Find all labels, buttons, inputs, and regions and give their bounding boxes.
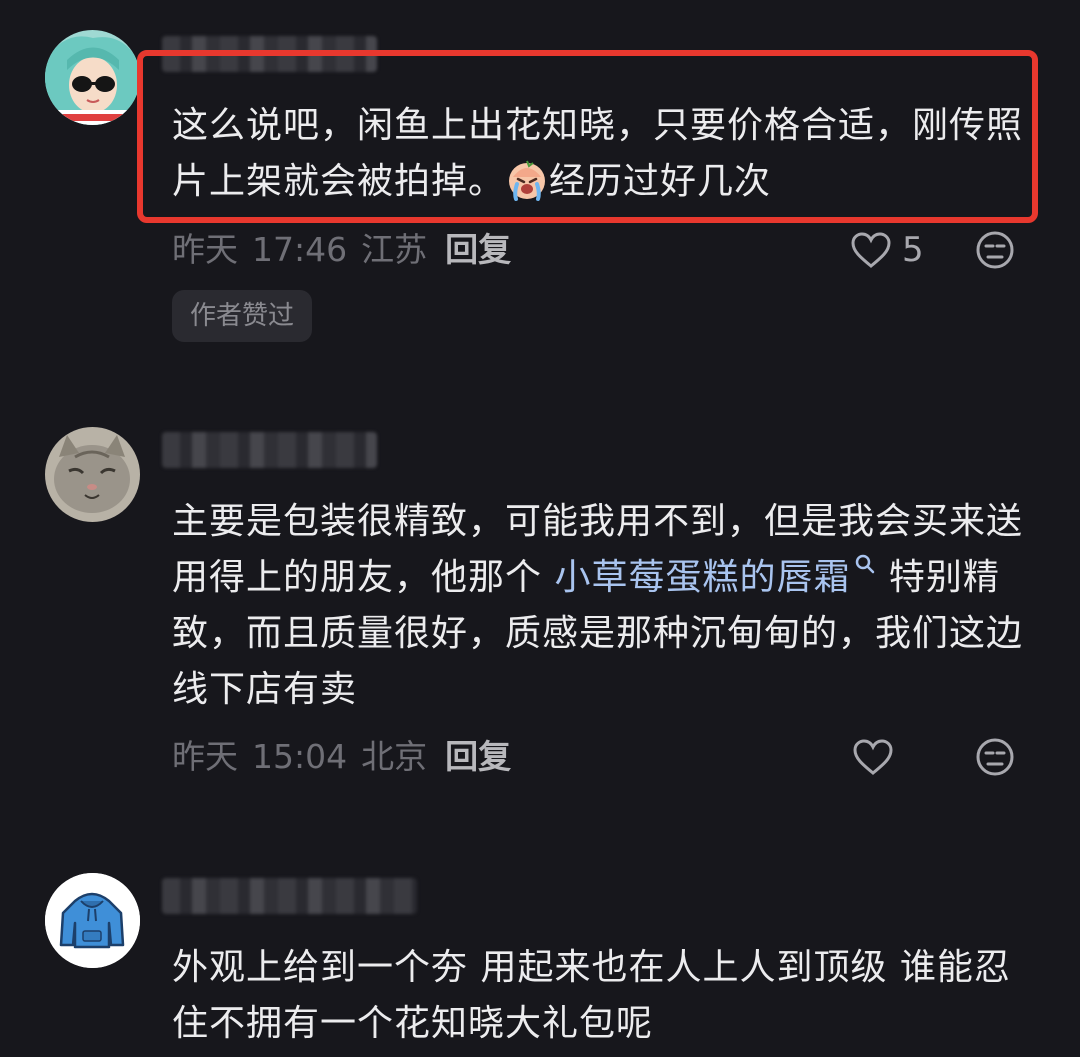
meh-face-icon <box>976 738 1014 776</box>
search-link[interactable]: 小草莓蛋糕的唇霜 <box>554 554 876 598</box>
comment-text: 主要是包装很精致，可能我用不到，但是我会买来送用得上的朋友，他那个 小草莓蛋糕的… <box>172 501 1024 710</box>
avatar[interactable] <box>45 427 140 522</box>
comment-text: 外观上给到一个夯 用起来也在人上人到顶级 谁能忍住不拥有一个花知晓大礼包呢 <box>172 947 1011 1044</box>
avatar[interactable] <box>45 30 140 125</box>
comment-meta: 昨天 17:46 江苏 回复 <box>172 228 511 272</box>
comment-meta: 昨天 15:04 北京 回复 <box>172 735 511 779</box>
comment-time: 17:46 <box>252 230 348 269</box>
reply-button[interactable]: 回复 <box>445 737 511 776</box>
heart-icon <box>853 739 893 775</box>
author-liked-badge: 作者赞过 <box>172 290 313 342</box>
reply-button[interactable]: 回复 <box>445 230 511 269</box>
comment-location: 江苏 <box>361 230 428 269</box>
comment-date: 昨天 <box>172 230 238 269</box>
dislike-button[interactable] <box>975 230 1015 270</box>
red-highlight-frame <box>137 50 1038 223</box>
comment-time: 15:04 <box>252 737 348 776</box>
like-count: 5 <box>902 230 924 270</box>
username-blurred[interactable] <box>162 878 417 914</box>
meh-face-icon <box>976 231 1014 269</box>
avatar-hoodie-icon <box>45 873 140 968</box>
like-button[interactable] <box>852 735 894 779</box>
avatar-cat-icon <box>45 427 140 522</box>
avatar[interactable] <box>45 873 140 968</box>
avatar-anime-girl-icon <box>45 30 140 125</box>
like-button[interactable]: 5 <box>850 228 924 272</box>
username-blurred[interactable] <box>162 432 377 468</box>
comment-location: 北京 <box>361 737 428 776</box>
heart-icon <box>851 232 891 268</box>
comment-date: 昨天 <box>172 737 238 776</box>
dislike-button[interactable] <box>975 737 1015 777</box>
search-icon <box>856 554 875 574</box>
